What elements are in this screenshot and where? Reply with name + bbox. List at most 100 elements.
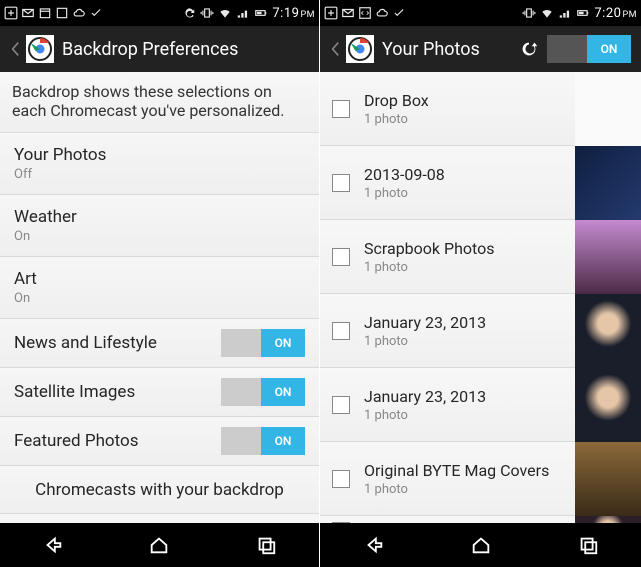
statusbar: 7:19PM: [0, 0, 319, 26]
toggle-switch[interactable]: ON: [221, 329, 305, 357]
mail-icon: [21, 6, 35, 20]
nav-recent[interactable]: [534, 523, 641, 567]
album-thumbnail: [575, 516, 641, 524]
navbar: [0, 523, 319, 567]
pref-weather[interactable]: Weather On: [0, 195, 319, 257]
signal-icon: [236, 6, 250, 20]
checkbox[interactable]: [332, 322, 350, 340]
cloud-icon: [72, 6, 86, 20]
album-thumbnail: [575, 294, 641, 368]
cloud-icon: [375, 6, 389, 20]
nav-home[interactable]: [427, 523, 534, 567]
actionbar: Your Photos ON: [320, 26, 641, 72]
album-row[interactable]: Scrapbook Photos1 photo: [320, 220, 641, 294]
album-sub: 1 photo: [364, 334, 575, 349]
album-title: January 23, 2013: [364, 313, 575, 332]
pref-title: Featured Photos: [14, 431, 139, 451]
pref-chromecasts[interactable]: Chromecasts with your backdrop: [0, 466, 319, 514]
phone-right: 7:20PM Your Photos ON Drop Box 1 photo 20…: [320, 0, 641, 567]
status-clock: 7:19PM: [272, 6, 315, 21]
album-thumbnail: [575, 72, 641, 146]
album-thumbnail: [575, 442, 641, 516]
pref-title: Your Photos: [14, 145, 305, 165]
chrome-icon[interactable]: [26, 35, 54, 63]
album-title: Drop Box: [364, 91, 575, 110]
mail-icon: [341, 6, 355, 20]
toggle-switch[interactable]: ON: [221, 427, 305, 455]
chrome-icon[interactable]: [346, 35, 374, 63]
calendar-icon: [38, 6, 52, 20]
checkbox[interactable]: [332, 396, 350, 414]
album-thumbnail: [575, 368, 641, 442]
album-title: January 23, 2013: [364, 387, 575, 406]
plus-icon: [324, 6, 338, 20]
album-row[interactable]: Original BYTE Mag Covers1 photo: [320, 442, 641, 516]
pref-sub: On: [14, 291, 305, 306]
album-row[interactable]: Drop Box 1 photo: [320, 72, 641, 146]
navbar: [320, 523, 641, 567]
statusbar: 7:20PM: [320, 0, 641, 26]
pref-satellite[interactable]: Satellite Images ON: [0, 368, 319, 417]
toggle-knob: ON: [261, 329, 305, 357]
back-icon[interactable]: [326, 41, 344, 57]
checkbox[interactable]: [332, 248, 350, 266]
album-sub: 1 photo: [364, 186, 575, 201]
toggle-knob: ON: [261, 427, 305, 455]
nav-recent[interactable]: [213, 523, 319, 567]
album-row[interactable]: January 23, 2013 1 photo: [320, 294, 641, 368]
pref-title: Chromecasts with your backdrop: [35, 480, 284, 500]
wifi-icon: [218, 6, 232, 20]
album-row[interactable]: January 23, 2013 1 photo: [320, 368, 641, 442]
pref-featured[interactable]: Featured Photos ON: [0, 417, 319, 466]
toggle-knob: ON: [587, 35, 631, 63]
dev-icon: [358, 6, 372, 20]
album-sub: 1 photo: [364, 112, 575, 127]
battery-icon: [254, 6, 268, 20]
master-toggle[interactable]: ON: [547, 35, 631, 63]
box-icon: [55, 6, 69, 20]
album-row[interactable]: 2013-09-08 1 photo: [320, 146, 641, 220]
status-icons-right: 7:20PM: [522, 6, 637, 21]
pref-art[interactable]: Art On: [0, 257, 319, 319]
checkbox[interactable]: [332, 470, 350, 488]
status-clock: 7:20PM: [594, 6, 637, 21]
pref-sub: Off: [14, 167, 305, 182]
album-list[interactable]: Drop Box 1 photo 2013-09-08 1 photo Scrapb…: [320, 72, 641, 523]
pref-sub: On: [14, 229, 305, 244]
nav-back[interactable]: [320, 523, 427, 567]
sync-icon: [182, 6, 196, 20]
pref-news[interactable]: News and Lifestyle ON: [0, 319, 319, 368]
status-icons-right: 7:19PM: [182, 6, 315, 21]
pref-title: News and Lifestyle: [14, 333, 157, 353]
page-title: Backdrop Preferences: [62, 39, 238, 60]
album-thumbnail: [575, 146, 641, 220]
album-sub: 1 photo: [364, 408, 575, 423]
toggle-knob: ON: [261, 378, 305, 406]
album-row[interactable]: June 30, 2011: [320, 516, 641, 523]
album-sub: 1 photo: [364, 260, 575, 275]
actionbar: Backdrop Preferences: [0, 26, 319, 72]
status-icons-left: [4, 6, 103, 20]
back-icon[interactable]: [6, 41, 24, 57]
album-thumbnail: [575, 220, 641, 294]
album-title: 2013-09-08: [364, 165, 575, 184]
toggle-switch[interactable]: ON: [221, 378, 305, 406]
check-icon: [392, 6, 406, 20]
check-icon: [89, 6, 103, 20]
refresh-icon[interactable]: [511, 31, 547, 67]
pref-title: Satellite Images: [14, 382, 135, 402]
vibrate-icon: [200, 6, 214, 20]
battery-icon: [576, 6, 590, 20]
wifi-icon: [540, 6, 554, 20]
pref-your-photos[interactable]: Your Photos Off: [0, 133, 319, 195]
checkbox[interactable]: [332, 100, 350, 118]
nav-home[interactable]: [106, 523, 212, 567]
phone-left: 7:19PM Backdrop Preferences Backdrop sho…: [0, 0, 320, 567]
content: Backdrop shows these selections on each …: [0, 72, 319, 523]
plus-icon: [4, 6, 18, 20]
nav-back[interactable]: [0, 523, 106, 567]
album-title: Original BYTE Mag Covers: [364, 461, 575, 480]
checkbox[interactable]: [332, 174, 350, 192]
vibrate-icon: [522, 6, 536, 20]
pref-title: Weather: [14, 207, 305, 227]
